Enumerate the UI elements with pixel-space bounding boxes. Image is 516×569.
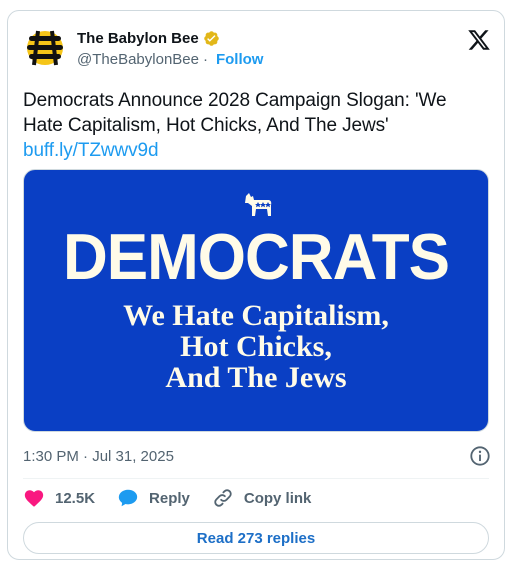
slogan-line: Hot Chicks,	[180, 330, 332, 363]
read-replies-button[interactable]: Read 273 replies	[23, 522, 489, 554]
babylon-bee-logo-icon	[27, 30, 63, 66]
timestamp-row: 1:30 PM · Jul 31, 2025	[23, 444, 491, 468]
reply-button[interactable]: Reply	[117, 487, 190, 509]
copy-link-button[interactable]: Copy link	[212, 487, 312, 509]
media-slogan: We Hate Capitalism, Hot Chicks, And The …	[24, 300, 488, 393]
copy-link-label: Copy link	[243, 489, 312, 507]
tweet-header: The Babylon Bee @TheBabylonBee · Follow	[23, 26, 491, 74]
handle-row: @TheBabylonBee · Follow	[77, 51, 263, 68]
reply-bubble-icon	[118, 489, 138, 507]
heart-icon	[24, 490, 44, 507]
like-count: 12.5K	[55, 489, 96, 507]
x-logo-icon[interactable]	[467, 28, 491, 52]
separator-dot: ·	[202, 51, 208, 68]
democratic-donkey-icon	[245, 193, 272, 216]
media-headline: DEMOCRATS	[63, 221, 450, 294]
display-name[interactable]: The Babylon Bee	[77, 30, 199, 47]
follow-button[interactable]: Follow	[216, 51, 264, 68]
tweet-text: Democrats Announce 2028 Campaign Slogan:…	[23, 88, 483, 163]
name-row: The Babylon Bee	[77, 30, 220, 47]
slogan-line: We Hate Capitalism,	[123, 299, 389, 332]
like-button[interactable]: 12.5K	[23, 487, 95, 509]
slogan-line: And The Jews	[165, 361, 347, 394]
tweet-media-image[interactable]: DEMOCRATS We Hate Capitalism, Hot Chicks…	[23, 169, 489, 432]
divider	[23, 478, 489, 479]
timestamp[interactable]: 1:30 PM · Jul 31, 2025	[23, 448, 174, 465]
reply-label: Reply	[149, 489, 190, 507]
tweet-link[interactable]: buff.ly/TZwwv9d	[23, 138, 483, 163]
handle[interactable]: @TheBabylonBee	[77, 51, 199, 68]
action-bar: 12.5K Reply Copy link	[23, 481, 489, 515]
verified-badge-icon	[203, 31, 219, 46]
info-icon[interactable]	[469, 445, 491, 467]
avatar[interactable]	[23, 26, 67, 70]
tweet-body: Democrats Announce 2028 Campaign Slogan:…	[23, 90, 447, 136]
link-icon	[214, 489, 232, 507]
tweet-card: The Babylon Bee @TheBabylonBee · Follow …	[7, 10, 505, 560]
